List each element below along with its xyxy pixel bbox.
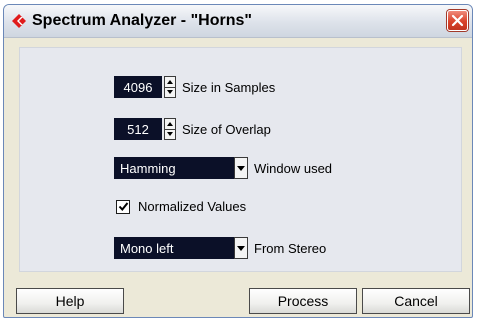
size-of-overlap-row: 512 Size of Overlap (114, 118, 271, 140)
window-used-label: Window used (254, 160, 333, 176)
size-of-overlap-spinner[interactable] (164, 118, 176, 140)
size-of-overlap-field[interactable]: 512 (114, 118, 162, 140)
window-used-row: Hamming Window used (114, 157, 332, 179)
close-icon (451, 14, 464, 27)
size-in-samples-spinner[interactable] (164, 76, 176, 98)
size-in-samples-label: Size in Samples (182, 79, 276, 95)
cancel-button[interactable]: Cancel (362, 288, 470, 314)
close-button[interactable] (447, 10, 468, 31)
spin-down-icon[interactable] (164, 129, 176, 140)
normalized-values-checkbox[interactable] (116, 199, 130, 214)
normalized-values-row: Normalized Values (116, 199, 246, 214)
checkmark-icon (118, 202, 128, 212)
spin-down-icon[interactable] (164, 87, 176, 98)
title-bar[interactable]: Spectrum Analyzer - "Horns" (4, 5, 472, 38)
app-icon (12, 14, 26, 28)
size-of-overlap-label: Size of Overlap (182, 121, 271, 137)
process-button[interactable]: Process (249, 288, 357, 314)
size-in-samples-row: 4096 Size in Samples (114, 76, 275, 98)
dropdown-arrow-icon[interactable] (234, 157, 248, 179)
spin-up-icon[interactable] (164, 118, 176, 130)
normalized-values-label: Normalized Values (138, 199, 247, 214)
help-button[interactable]: Help (16, 288, 124, 314)
window-title: Spectrum Analyzer - "Horns" (32, 12, 252, 29)
from-stereo-row: Mono left From Stereo (114, 237, 326, 259)
window-used-select[interactable]: Hamming (114, 157, 234, 179)
from-stereo-label: From Stereo (254, 240, 327, 256)
spectrum-analyzer-dialog: Spectrum Analyzer - "Horns" 4096 Size in… (3, 4, 473, 318)
from-stereo-select[interactable]: Mono left (114, 237, 234, 259)
size-in-samples-field[interactable]: 4096 (114, 76, 162, 98)
spin-up-icon[interactable] (164, 76, 176, 88)
dropdown-arrow-icon[interactable] (234, 237, 248, 259)
